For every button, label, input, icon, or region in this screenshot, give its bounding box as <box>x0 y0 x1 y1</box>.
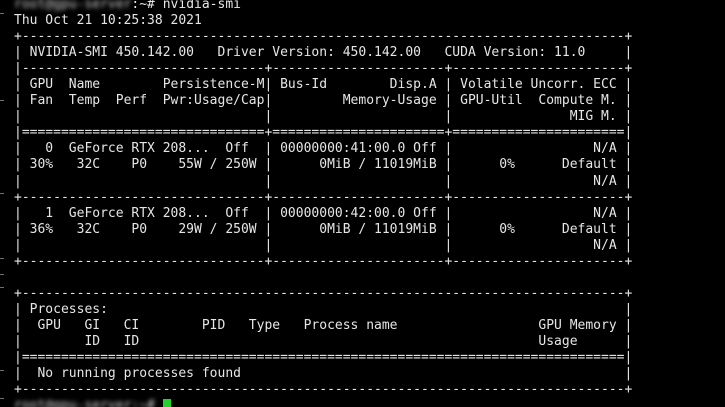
terminal-output-line: | ID ID Usage | <box>14 333 633 349</box>
gutter-tick <box>0 13 4 14</box>
terminal-output-line: | No running processes found | <box>14 366 633 382</box>
terminal-output-line: | Fan Temp Perf Pwr:Usage/Cap| Memory-Us… <box>14 93 633 109</box>
next-prompt-line[interactable]: root@gpu-server:~# <box>14 398 632 407</box>
nvidia-smi-output: +---------------------------------------… <box>14 29 632 398</box>
terminal-output-line: | 30% 32C P0 55W / 250W | 0MiB / 11019Mi… <box>14 157 633 173</box>
terminal-output-line: | | | MIG M. | <box>14 109 633 125</box>
terminal-output-line: +-------------------------------+-------… <box>14 253 633 269</box>
prompt-user-host: root@gpu-server <box>14 0 132 12</box>
terminal-window[interactable]: root@gpu-server:~# nvidia-smi Thu Oct 21… <box>0 0 725 407</box>
terminal-output-line: | NVIDIA-SMI 450.142.00 Driver Version: … <box>14 45 633 61</box>
gutter-tick <box>0 193 4 194</box>
terminal-output-line: +---------------------------------------… <box>14 29 633 45</box>
terminal-output-line: | | | N/A | <box>14 237 633 253</box>
terminal-output-line: | Processes: | <box>14 301 633 317</box>
gutter-tick <box>0 100 4 101</box>
terminal-output-line: | 0 GeForce RTX 208... Off | 00000000:41… <box>14 141 633 157</box>
terminal-output-line: |===============================+=======… <box>14 125 633 141</box>
terminal-output: root@gpu-server:~# nvidia-smi Thu Oct 21… <box>14 0 632 407</box>
gutter-tick <box>0 258 4 259</box>
timestamp-line: Thu Oct 21 10:25:38 2021 <box>14 13 202 29</box>
terminal-output-line: +---------------------------------------… <box>14 285 633 301</box>
terminal-output-line: | GPU Name Persistence-M| Bus-Id Disp.A … <box>14 77 633 93</box>
gutter-tick <box>0 370 4 371</box>
command-text: :~# nvidia-smi <box>131 0 241 12</box>
terminal-output-line: +---------------------------------------… <box>14 382 633 398</box>
text-cursor-icon <box>162 399 171 407</box>
command-prompt-line: root@gpu-server:~# nvidia-smi <box>14 0 632 13</box>
gutter-tick <box>0 398 4 399</box>
gutter-tick <box>0 274 4 275</box>
terminal-output-line: | 1 GeForce RTX 208... Off | 00000000:42… <box>14 205 633 221</box>
next-prompt-user-host: root@gpu-server:~# <box>14 398 155 407</box>
terminal-output-line: +-------------------------------+-------… <box>14 189 633 205</box>
terminal-output-line: | | | N/A | <box>14 173 633 189</box>
terminal-output-line: | 36% 32C P0 29W / 250W | 0MiB / 11019Mi… <box>14 221 633 237</box>
gutter-tick <box>0 287 4 288</box>
terminal-output-line: |-------------------------------+-------… <box>14 61 633 77</box>
terminal-output-line: |=======================================… <box>14 350 633 366</box>
terminal-output-line: | GPU GI CI PID Type Process name GPU Me… <box>14 317 633 333</box>
